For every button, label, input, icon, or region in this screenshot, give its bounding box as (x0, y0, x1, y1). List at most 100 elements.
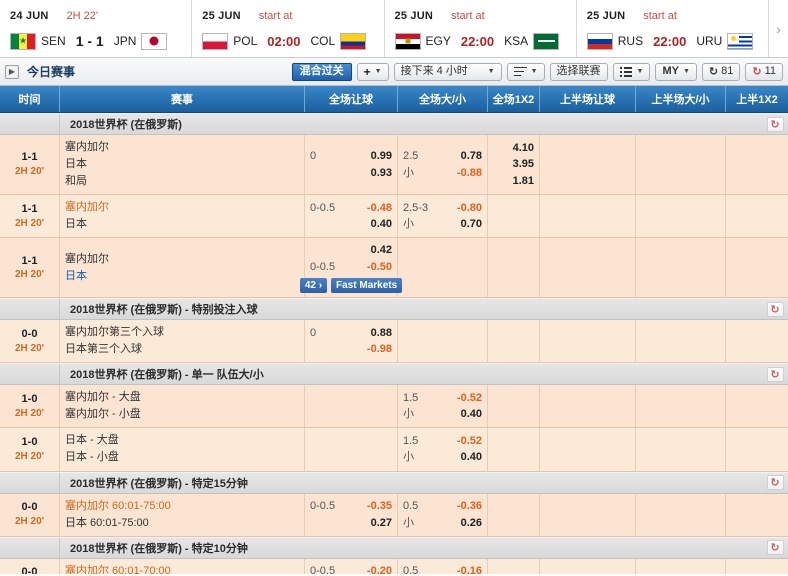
refresh-icon[interactable]: ↻ (766, 116, 784, 132)
odds-line[interactable]: 小 0.26 (403, 515, 482, 532)
full-overunder-cell[interactable]: 0.5-0.16小0.06 (398, 558, 488, 574)
full-handicap-cell[interactable]: 0-0.5 -0.48 0.40 (305, 195, 398, 238)
event-line[interactable]: 日本 (65, 156, 299, 173)
odds-line[interactable]: 2.5-3 -0.80 (403, 200, 482, 217)
event-line[interactable]: 日本 - 大盘 (65, 432, 299, 449)
full-handicap-cell[interactable]: 0.42 0-0.5 -0.50 42 › Fast Markets (299, 238, 403, 298)
odds-line[interactable]: 1.5 -0.52 (403, 390, 482, 407)
odds-line[interactable]: 小 0.40 (403, 449, 482, 466)
event-line[interactable]: 日本 (65, 216, 299, 233)
odds-line[interactable]: 0.5 -0.36 (403, 498, 482, 515)
column-header-full-overunder[interactable]: 全场大/小 (398, 86, 488, 112)
my-menu-button[interactable]: MY ▼ (655, 62, 697, 81)
event-line[interactable]: 塞内加尔 60:01-75:00 (65, 498, 299, 515)
select-league-button[interactable]: 选择联赛 (549, 62, 608, 81)
event-line[interactable]: 塞内加尔 - 大盘 (65, 389, 299, 406)
column-header-half-handicap[interactable]: 上半场让球 (540, 86, 636, 112)
match-time-cell: 1-1 2H 20' (0, 195, 60, 238)
row-badge[interactable]: 42 › (299, 278, 328, 294)
refresh-icon[interactable]: ↻ (766, 301, 784, 317)
odds-line[interactable]: 0-0.5 -0.50 (310, 259, 392, 276)
odds-value[interactable]: 4.10 (493, 140, 534, 157)
odds-line[interactable]: 0-0.5 -0.48 (310, 200, 392, 217)
refresh-live-button[interactable]: ↻ 11 (745, 62, 783, 81)
parlay-button[interactable]: 混合过关 (291, 62, 352, 81)
match-card[interactable]: 25 JUN start at EGY 22:00 KSA (385, 0, 577, 57)
full-overunder-cell[interactable]: 0.5 -0.36 小 0.26 (398, 493, 488, 536)
full-handicap-cell[interactable]: 0 0.88 -0.98 (305, 320, 398, 363)
column-header-full-handicap[interactable]: 全场让球 (305, 86, 398, 112)
column-header-full-1x2[interactable]: 全场1X2 (488, 86, 540, 112)
event-line[interactable]: 和局 (65, 173, 299, 190)
event-line[interactable]: 塞内加尔第三个入球 (65, 324, 299, 341)
sort-button[interactable]: ▼ (506, 62, 545, 81)
odds-value[interactable]: 0.40 (310, 216, 392, 233)
odds-value[interactable]: 0.42 (310, 242, 392, 259)
odds-line[interactable]: 小 0.40 (403, 406, 482, 423)
half-overunder-cell-empty (636, 320, 726, 363)
full-handicap-cell[interactable]: 0-0.5 -0.35 0.27 (305, 493, 398, 536)
odds-line[interactable]: 0.5 -0.16 (403, 563, 482, 574)
odds-line[interactable]: 小 -0.88 (403, 165, 482, 182)
full-overunder-cell-empty (398, 320, 488, 363)
match-card[interactable]: 24 JUN 2H 22'SEN 1 - 1 JPN (0, 0, 193, 57)
table-row: 1-1 2H 20' 塞内加尔 日本 和局 0 0.99 0.93 2.5 0.78 小 -0.88 4… (0, 135, 788, 196)
refresh-icon[interactable]: ↻ (766, 475, 784, 491)
full-overunder-cell[interactable]: 1.5 -0.52 小 0.40 (398, 428, 488, 471)
home-team-abbr: SEN (41, 34, 66, 48)
event-line[interactable]: 塞内加尔 - 小盘 (65, 406, 299, 423)
odds-value[interactable]: 0.27 (310, 515, 392, 532)
full-overunder-cell[interactable]: 2.5 0.78 小 -0.88 (398, 135, 488, 195)
odds-value[interactable]: 3.95 (493, 156, 534, 173)
view-mode-button[interactable]: ▼ (612, 62, 651, 81)
column-header-half-overunder[interactable]: 上半场大/小 (636, 86, 726, 112)
away-team-abbr: COL (310, 34, 336, 48)
odds-line[interactable]: 2.5 0.78 (403, 148, 482, 165)
half-1x2-cell-empty (726, 494, 788, 536)
event-line[interactable]: 日本 60:01-75:00 (65, 515, 299, 532)
refresh-icon[interactable]: ↻ (766, 540, 784, 556)
odds-line[interactable]: 0-0.5 -0.35 (310, 498, 392, 515)
odds-line[interactable]: 小 0.70 (403, 216, 482, 233)
toolbar: ▶ 今日赛事 混合过关 + ▼ 接下来 4 小时 ▼ ▼ 选择联赛 ▼ MY ▼… (0, 58, 788, 86)
odds-line[interactable]: 0 0.88 (310, 325, 392, 342)
time-filter-select[interactable]: 接下来 4 小时 ▼ (393, 62, 502, 81)
full-overunder-cell[interactable]: 1.5 -0.52 小 0.40 (398, 385, 488, 428)
event-line[interactable]: 塞内加尔 60:01-70:00 (65, 563, 299, 574)
event-line[interactable]: 日本 - 小盘 (65, 449, 299, 466)
add-button[interactable]: + ▼ (356, 62, 389, 81)
odds-line[interactable]: 0-0.5 -0.20 (310, 563, 392, 574)
odds-value: -0.50 (366, 260, 392, 273)
odds-value[interactable]: -0.98 (310, 341, 392, 358)
event-line[interactable]: 日本第三个入球 (65, 341, 299, 358)
column-header-time[interactable]: 时间 (0, 86, 60, 112)
page-title: 今日赛事 (27, 65, 76, 79)
refresh-icon[interactable]: ↻ (766, 366, 784, 382)
group-refresh-cell: ↻ (762, 540, 788, 556)
chevron-down-icon: ▼ (374, 68, 382, 75)
full-1x2-cell[interactable]: 4.10 3.95 1.81 (488, 135, 540, 195)
odds-line[interactable]: 1.5 -0.52 (403, 433, 482, 450)
event-line[interactable]: 塞内加尔 (65, 139, 299, 156)
column-header-half-1x2[interactable]: 上半1X2 (726, 86, 788, 112)
odds-line[interactable]: 0 0.99 (310, 148, 392, 165)
odds-value[interactable]: 0.93 (310, 165, 392, 182)
full-handicap-cell[interactable]: 0-0.5-0.200.12 (305, 558, 398, 574)
event-line[interactable]: 塞内加尔 (65, 199, 299, 216)
carousel-next-button[interactable]: › (768, 0, 788, 57)
odds-value[interactable]: 1.81 (493, 173, 534, 190)
event-line[interactable]: 日本 (65, 268, 299, 285)
row-minute: 2H 20' (14, 516, 45, 528)
full-handicap-cell[interactable]: 0 0.99 0.93 (305, 135, 398, 195)
match-card[interactable]: 25 JUN start at POL 02:00 COL (192, 0, 385, 57)
row-minute: 2H 20' (14, 166, 45, 178)
home-team-abbr: RUS (617, 34, 644, 48)
match-card[interactable]: 25 JUN start at RUS 22:00 URU (577, 0, 768, 57)
refresh-all-button[interactable]: ↻ 81 (701, 62, 741, 81)
row-badge[interactable]: Fast Markets (331, 278, 403, 294)
column-header-event[interactable]: 赛事 (60, 86, 305, 112)
half-handicap-cell-empty (540, 135, 636, 195)
chevron-right-icon[interactable]: ▶ (5, 64, 19, 79)
event-line[interactable]: 塞内加尔 (65, 251, 299, 268)
full-overunder-cell[interactable]: 2.5-3 -0.80 小 0.70 (398, 195, 488, 238)
